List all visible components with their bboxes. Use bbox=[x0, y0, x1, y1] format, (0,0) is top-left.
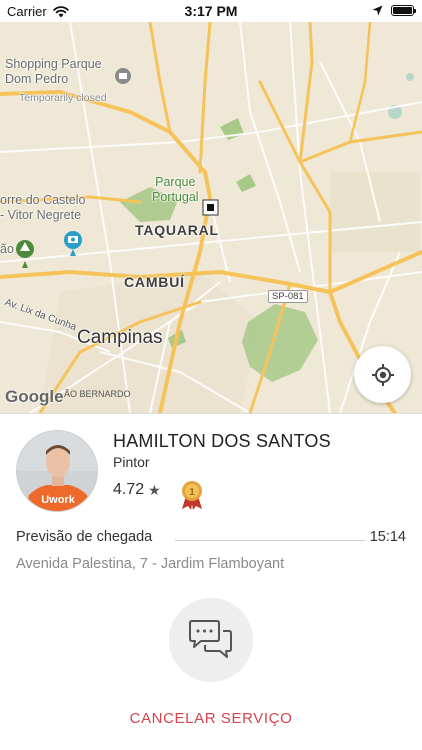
service-address: Avenida Palestina, 7 - Jardim Flamboyant bbox=[16, 556, 285, 572]
crosshair-icon bbox=[371, 363, 394, 386]
battery-icon bbox=[391, 5, 416, 16]
eta-label: Previsão de chegada bbox=[16, 529, 153, 545]
map-label-sao-bernardo: ÃO BERNARDO bbox=[64, 389, 131, 399]
status-bar: Carrier 3:17 PM bbox=[0, 0, 422, 22]
rating: 4.72 ★ bbox=[113, 481, 161, 499]
map-label-castelo[interactable]: orre do Castelo - Vitor Negrete bbox=[0, 193, 85, 223]
map-label-temporarily-closed: Temporarily closed bbox=[19, 92, 107, 104]
avatar-photo: Uwork bbox=[17, 431, 97, 511]
star-icon: ★ bbox=[148, 481, 161, 498]
avatar[interactable]: Uwork bbox=[16, 430, 98, 512]
eta-divider bbox=[175, 540, 365, 541]
chat-button[interactable] bbox=[169, 598, 253, 682]
google-attribution: Google bbox=[5, 387, 64, 406]
map-label-cambui: CAMBUÍ bbox=[124, 274, 185, 290]
professional-profession: Pintor bbox=[113, 454, 150, 470]
svg-text:1: 1 bbox=[189, 487, 195, 498]
professional-name: HAMILTON DOS SANTOS bbox=[113, 431, 331, 451]
map-label-park-portugal[interactable]: Parque Portugal bbox=[152, 175, 199, 205]
locate-me-button[interactable] bbox=[354, 346, 411, 403]
service-card: Uwork HAMILTON DOS SANTOS Pintor 4.72 ★ … bbox=[0, 413, 422, 750]
status-time: 3:17 PM bbox=[184, 3, 238, 19]
cancel-service-button[interactable]: CANCELAR SERVIÇO bbox=[0, 710, 422, 727]
map-label-shopping[interactable]: Shopping Parque Dom Pedro bbox=[5, 57, 102, 87]
map-view[interactable]: Shopping Parque Dom Pedro Temporarily cl… bbox=[0, 22, 422, 413]
chat-bubbles-icon bbox=[189, 620, 232, 658]
map-label-campinas: Campinas bbox=[77, 327, 163, 348]
map-label-route: SP-081 bbox=[268, 290, 308, 303]
shirt-logo: Uwork bbox=[41, 494, 76, 506]
location-arrow-icon bbox=[372, 5, 383, 16]
award-medal-icon: 1 bbox=[179, 480, 205, 515]
rating-value: 4.72 bbox=[113, 481, 145, 498]
map-label-left-edge: ão bbox=[0, 242, 14, 256]
eta-time: 15:14 bbox=[369, 529, 406, 545]
map-label-taquaral: TAQUARAL bbox=[135, 222, 219, 238]
status-right bbox=[372, 5, 416, 16]
